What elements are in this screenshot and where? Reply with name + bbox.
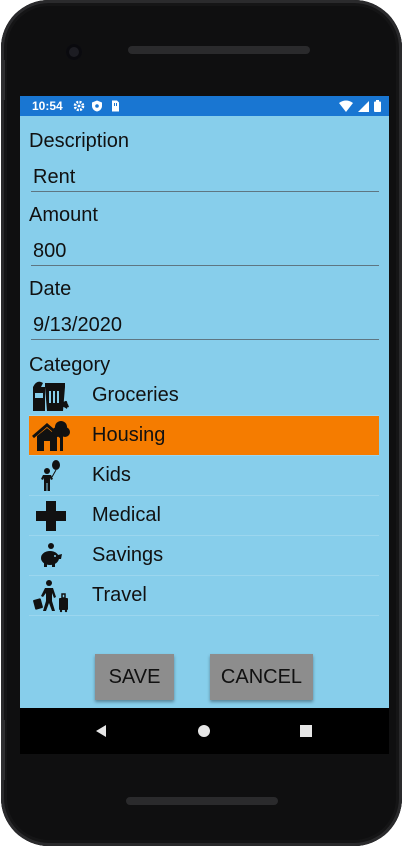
- piggy-bank-icon: [29, 536, 73, 576]
- category-item-medical[interactable]: Medical: [29, 496, 379, 536]
- amount-input[interactable]: [31, 233, 379, 266]
- category-item-label: Medical: [92, 504, 161, 526]
- recents-icon[interactable]: [283, 708, 329, 754]
- category-item-kids[interactable]: Kids: [29, 456, 379, 496]
- category-item-label: Savings: [92, 544, 164, 566]
- navigation-bar: [20, 708, 389, 754]
- save-button[interactable]: SAVE: [95, 654, 174, 700]
- category-item-label: Housing: [92, 424, 166, 446]
- category-item-housing[interactable]: Housing: [29, 416, 379, 456]
- home-icon[interactable]: [181, 708, 227, 754]
- medical-cross-icon: [29, 496, 73, 536]
- action-buttons: SAVE CANCEL: [20, 654, 389, 700]
- description-label: Description: [29, 130, 130, 152]
- amount-label: Amount: [29, 204, 98, 226]
- category-item-label: Travel: [92, 584, 147, 606]
- power-button: [1, 720, 5, 780]
- date-input[interactable]: [31, 307, 379, 340]
- front-camera: [66, 44, 82, 60]
- shield-icon: [91, 100, 102, 112]
- kid-balloon-icon: [29, 456, 73, 496]
- description-input[interactable]: [31, 159, 379, 192]
- entry-form: Description Amount Date Category: [20, 130, 389, 616]
- traveler-luggage-icon: [29, 576, 73, 616]
- status-time: 10:54: [32, 99, 63, 113]
- category-list: Groceries Housing Kids Medical Savings T…: [29, 376, 380, 616]
- top-speaker: [128, 46, 310, 54]
- house-icon: [29, 416, 73, 456]
- category-item-label: Groceries: [92, 384, 179, 406]
- status-bar: 10:54: [20, 96, 389, 116]
- category-item-groceries[interactable]: Groceries: [29, 376, 379, 416]
- groceries-icon: [29, 376, 73, 416]
- category-item-savings[interactable]: Savings: [29, 536, 379, 576]
- category-item-label: Kids: [92, 464, 131, 486]
- volume-button: [1, 60, 5, 100]
- category-label: Category: [29, 354, 111, 376]
- app-screen: 10:54 Description Rent Amount 800 Date 9…: [20, 96, 389, 708]
- gear-icon: [73, 100, 85, 112]
- date-label: Date: [29, 278, 72, 300]
- wifi-icon: [339, 100, 353, 112]
- bottom-speaker: [126, 797, 278, 805]
- sim-card-icon: [111, 100, 119, 112]
- signal-icon: [358, 100, 369, 112]
- category-item-travel[interactable]: Travel: [29, 576, 379, 616]
- back-icon[interactable]: [78, 708, 124, 754]
- cancel-button[interactable]: CANCEL: [210, 654, 313, 700]
- battery-icon: [374, 100, 381, 112]
